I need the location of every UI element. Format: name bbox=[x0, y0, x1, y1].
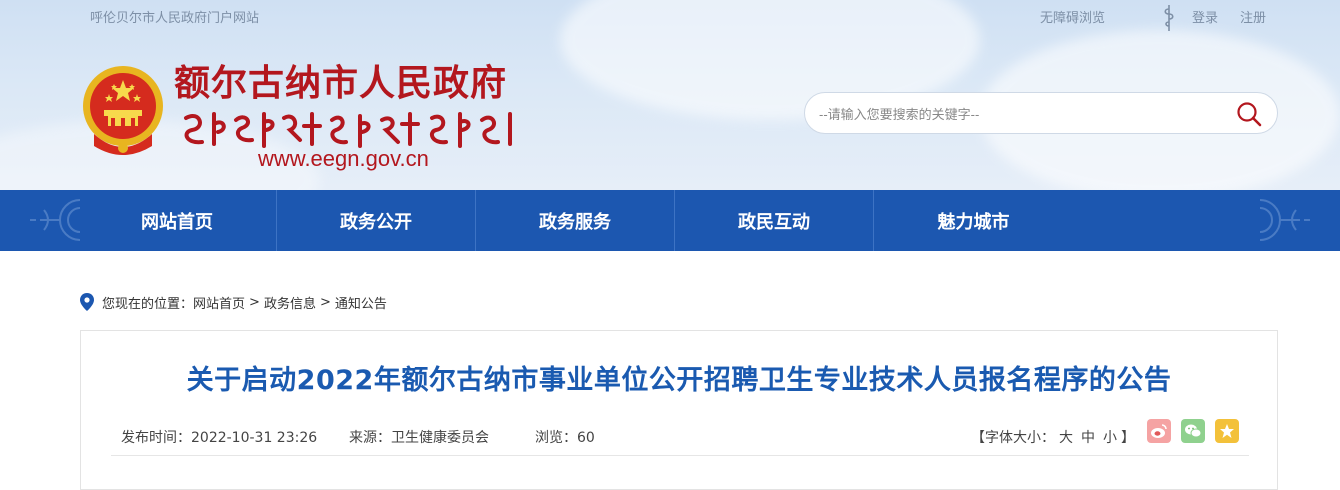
site-name: 额尔古纳市人民政府 bbox=[174, 63, 508, 104]
view-count-label: 浏览： bbox=[535, 430, 577, 446]
view-count-value: 60 bbox=[577, 430, 595, 446]
font-size-close: 】 bbox=[1121, 430, 1135, 446]
font-size-large-button[interactable]: 大 bbox=[1059, 430, 1073, 446]
login-link[interactable]: 登录 bbox=[1192, 7, 1218, 26]
portal-link[interactable]: 呼伦贝尔市人民政府门户网站 bbox=[90, 7, 259, 26]
publish-time-label: 发布时间： bbox=[121, 430, 191, 446]
article-meta: 发布时间：2022-10-31 23:26 来源：卫生健康委员会 浏览：60 【… bbox=[121, 419, 1239, 447]
font-size-small-button[interactable]: 小 bbox=[1103, 430, 1117, 446]
weibo-icon bbox=[1151, 424, 1167, 438]
wechat-share-button[interactable] bbox=[1181, 419, 1205, 443]
nav-items: 网站首页 政务公开 政务服务 政民互动 魅力城市 bbox=[78, 190, 1073, 251]
breadcrumb: 您现在的位置： 网站首页 > 政务信息 > 通知公告 bbox=[80, 292, 387, 312]
nav-item-home[interactable]: 网站首页 bbox=[78, 190, 277, 251]
meta-divider bbox=[111, 455, 1249, 456]
breadcrumb-separator: > bbox=[319, 294, 331, 310]
publish-time-value: 2022-10-31 23:26 bbox=[191, 430, 318, 446]
main-nav: 网站首页 政务公开 政务服务 政民互动 魅力城市 bbox=[0, 190, 1340, 251]
article-title: 关于启动2022年额尔古纳市事业单位公开招聘卫生专业技术人员报名程序的公告 bbox=[186, 365, 1172, 396]
source: 来源：卫生健康委员会 bbox=[349, 427, 489, 447]
breadcrumb-item-government-info[interactable]: 政务信息 bbox=[264, 293, 316, 312]
site-header: 呼伦贝尔市人民政府门户网站 无障碍浏览 登录 注册 额尔古纳市人民政府 www.… bbox=[0, 0, 1340, 190]
accessibility-link[interactable]: 无障碍浏览 bbox=[1040, 7, 1105, 26]
weibo-share-button[interactable] bbox=[1147, 419, 1171, 443]
national-emblem-logo[interactable] bbox=[80, 64, 166, 158]
font-size-label: 【字体大小： bbox=[971, 430, 1055, 446]
favorite-icon bbox=[1220, 424, 1234, 438]
article-panel: 关于启动2022年额尔古纳市事业单位公开招聘卫生专业技术人员报名程序的公告 发布… bbox=[80, 330, 1278, 490]
favorite-share-button[interactable] bbox=[1215, 419, 1239, 443]
font-size-medium-button[interactable]: 中 bbox=[1081, 430, 1095, 446]
breadcrumb-separator: > bbox=[249, 294, 260, 310]
font-size-control: 【字体大小：大中小】 bbox=[971, 427, 1135, 447]
breadcrumb-item-home[interactable]: 网站首页 bbox=[193, 293, 245, 312]
view-count: 浏览：60 bbox=[535, 427, 595, 447]
search-bar bbox=[804, 92, 1278, 135]
ornament-icon bbox=[1260, 199, 1310, 241]
publish-time: 发布时间：2022-10-31 23:26 bbox=[121, 427, 317, 447]
source-label: 来源： bbox=[349, 430, 391, 446]
source-value: 卫生健康委员会 bbox=[391, 430, 489, 446]
nav-item-government-services[interactable]: 政务服务 bbox=[476, 190, 675, 251]
ornament-icon bbox=[30, 199, 80, 241]
nav-item-government-affairs[interactable]: 政务公开 bbox=[277, 190, 476, 251]
register-link[interactable]: 注册 bbox=[1240, 7, 1266, 26]
breadcrumb-item-notices[interactable]: 通知公告 bbox=[335, 293, 387, 312]
wechat-icon bbox=[1185, 424, 1202, 438]
site-url[interactable]: www.eegn.gov.cn bbox=[258, 146, 429, 172]
nav-item-charm-city[interactable]: 魅力城市 bbox=[874, 190, 1073, 251]
top-links: 无障碍浏览 登录 注册 bbox=[1040, 5, 1340, 31]
breadcrumb-prefix: 您现在的位置： bbox=[102, 296, 194, 312]
search-input[interactable] bbox=[817, 93, 1221, 135]
search-icon[interactable] bbox=[1235, 100, 1263, 128]
nav-item-interaction[interactable]: 政民互动 bbox=[675, 190, 874, 251]
location-pin-icon bbox=[80, 293, 94, 311]
mongolian-language-icon[interactable] bbox=[1162, 4, 1176, 32]
